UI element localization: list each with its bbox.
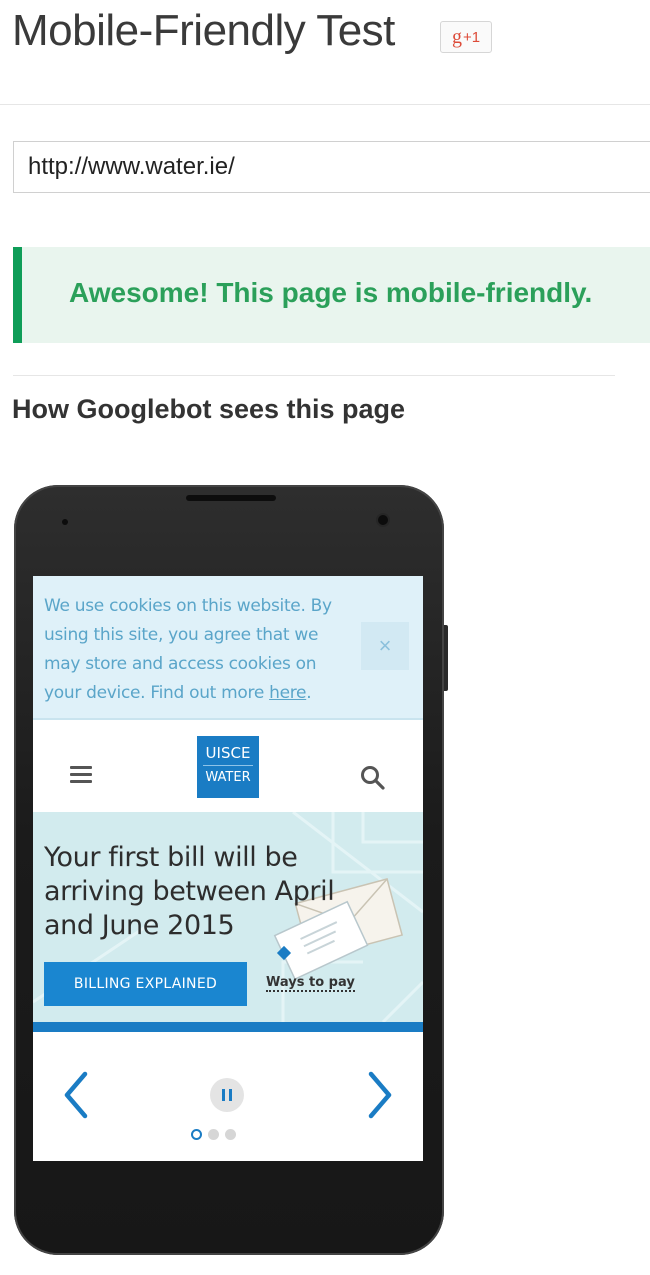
hero-headline: Your first bill will be arriving between… (44, 842, 335, 941)
phone-side-button (444, 625, 448, 691)
search-icon[interactable] (359, 764, 387, 792)
carousel-controls (33, 1032, 423, 1161)
ways-to-pay-link[interactable]: Ways to pay (266, 975, 355, 992)
chevron-left-icon[interactable] (61, 1070, 91, 1120)
chevron-right-icon[interactable] (365, 1070, 395, 1120)
section-divider (13, 375, 615, 376)
hero-banner: Your first bill will be arriving between… (33, 812, 423, 1022)
cookie-banner: We use cookies on this website. By using… (33, 576, 423, 720)
cookie-close-button[interactable]: × (361, 622, 409, 670)
logo-text-irish: UISCE (205, 744, 251, 762)
carousel-dot[interactable] (225, 1128, 236, 1140)
hero-bottom-strip (33, 1022, 423, 1032)
close-icon: × (378, 633, 392, 658)
google-plus-one-button[interactable]: g +1 (440, 21, 492, 53)
logo-text-english: WATER (205, 770, 251, 785)
phone-speaker (186, 495, 276, 501)
gplus-plus-one: +1 (462, 28, 481, 46)
phone-camera (378, 515, 388, 525)
phone-sensor (62, 519, 68, 525)
hamburger-menu-icon[interactable] (70, 766, 92, 784)
cookie-period: . (306, 683, 312, 703)
site-logo[interactable]: UISCE WATER (197, 736, 259, 798)
phone-mockup: We use cookies on this website. By using… (14, 485, 448, 1255)
header-divider (0, 104, 650, 105)
result-banner: Awesome! This page is mobile-friendly. (13, 247, 650, 343)
page-title: Mobile-Friendly Test (12, 6, 395, 55)
billing-explained-button[interactable]: BILLING EXPLAINED (44, 962, 247, 1006)
phone-screen: We use cookies on this website. By using… (33, 576, 423, 1161)
carousel-dots (191, 1127, 236, 1141)
cookie-more-link[interactable]: here (269, 683, 306, 703)
site-header: UISCE WATER (33, 720, 423, 812)
cookie-text: We use cookies on this website. By using… (44, 592, 354, 708)
section-heading: How Googlebot sees this page (12, 394, 406, 424)
carousel-dot[interactable] (208, 1128, 219, 1140)
carousel-dot[interactable] (191, 1128, 202, 1140)
url-input[interactable] (13, 141, 650, 193)
gplus-g: g (451, 25, 462, 48)
pause-button[interactable] (210, 1078, 244, 1112)
result-message: Awesome! This page is mobile-friendly. (69, 277, 593, 308)
logo-rule (203, 765, 253, 766)
